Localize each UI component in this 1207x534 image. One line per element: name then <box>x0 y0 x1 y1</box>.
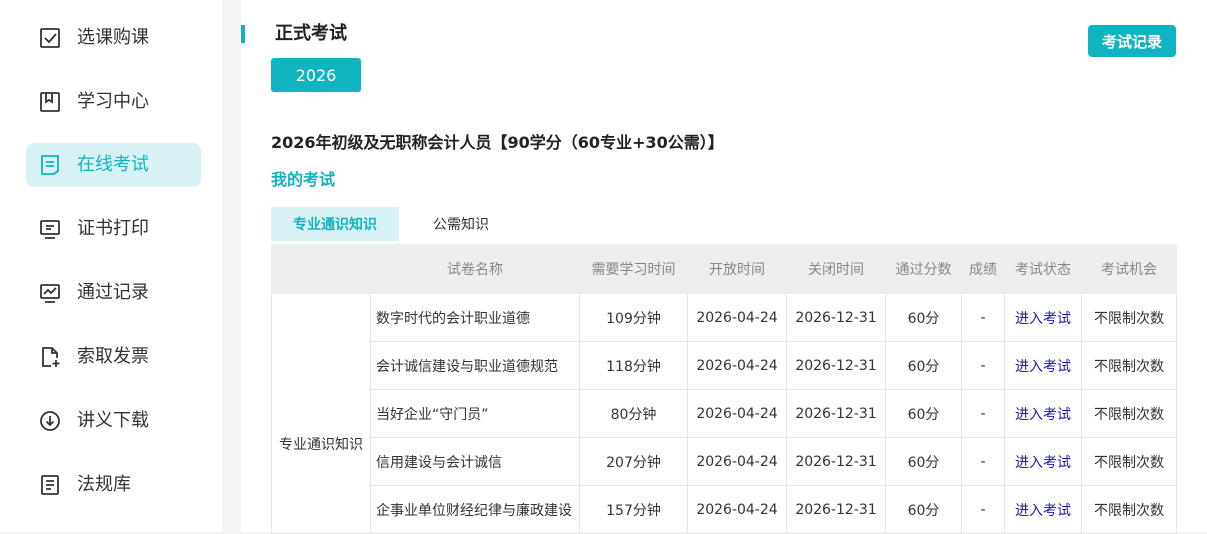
sidebar-item-pass-records[interactable]: 通过记录 <box>26 271 201 315</box>
exam-chances: 不限制次数 <box>1081 485 1177 534</box>
sidebar-item-online-exam[interactable]: 在线考试 <box>26 143 201 187</box>
checkbox-icon <box>39 27 61 49</box>
document-list-icon <box>39 474 61 496</box>
sidebar: 选课购课 学习中心 在线考试 证书打印 通过记录 索取发票 讲义下载 法规库 <box>0 0 222 532</box>
header-score: 成绩 <box>961 244 1005 294</box>
score: - <box>961 293 1005 342</box>
header-exam-chances: 考试机会 <box>1081 244 1177 294</box>
enter-exam-link[interactable]: 进入考试 <box>1015 311 1071 327</box>
title-accent-bar <box>241 25 245 43</box>
sidebar-item-study-center[interactable]: 学习中心 <box>26 80 201 124</box>
tab-public-knowledge[interactable]: 公需知识 <box>399 207 523 241</box>
exam-status-cell: 进入考试 <box>1004 437 1082 486</box>
pass-score: 60分 <box>885 389 962 438</box>
sidebar-item-label: 讲义下载 <box>77 410 149 431</box>
sidebar-item-certificate-print[interactable]: 证书打印 <box>26 207 201 251</box>
sidebar-item-label: 学习中心 <box>77 91 149 112</box>
table-row: 会计诚信建设与职业道德规范 118分钟 2026-04-24 2026-12-3… <box>272 341 1177 390</box>
open-date: 2026-04-24 <box>687 485 787 534</box>
study-time: 118分钟 <box>579 341 688 390</box>
score: - <box>961 341 1005 390</box>
score: - <box>961 437 1005 486</box>
score: - <box>961 389 1005 438</box>
enter-exam-link[interactable]: 进入考试 <box>1015 359 1071 375</box>
sidebar-item-handout-download[interactable]: 讲义下载 <box>26 399 201 443</box>
header-close-time: 关闭时间 <box>786 244 886 294</box>
table-row: 企事业单位财经纪律与廉政建设 157分钟 2026-04-24 2026-12-… <box>272 485 1177 534</box>
download-icon <box>39 410 61 432</box>
open-date: 2026-04-24 <box>687 437 787 486</box>
tab-professional-knowledge[interactable]: 专业通识知识 <box>271 207 399 241</box>
sidebar-item-label: 法规库 <box>77 474 131 495</box>
paper-name: 数字时代的会计职业道德 <box>370 293 580 342</box>
header-pass-score: 通过分数 <box>885 244 962 294</box>
study-time: 157分钟 <box>579 485 688 534</box>
open-date: 2026-04-24 <box>687 341 787 390</box>
table-row: 当好企业“守门员” 80分钟 2026-04-24 2026-12-31 60分… <box>272 389 1177 438</box>
paper-name: 信用建设与会计诚信 <box>370 437 580 486</box>
enter-exam-link[interactable]: 进入考试 <box>1015 503 1071 519</box>
my-exam-heading: 我的考试 <box>271 170 336 189</box>
sidebar-item-course-purchase[interactable]: 选课购课 <box>26 16 201 60</box>
close-date: 2026-12-31 <box>786 485 886 534</box>
exam-records-button[interactable]: 考试记录 <box>1088 25 1176 57</box>
table-header-row: 试卷名称 需要学习时间 开放时间 关闭时间 通过分数 成绩 考试状态 考试机会 <box>271 244 1177 294</box>
table-row: 专业通识知识 数字时代的会计职业道德 109分钟 2026-04-24 2026… <box>271 293 1177 534</box>
close-date: 2026-12-31 <box>786 437 886 486</box>
header-paper-name: 试卷名称 <box>370 244 580 294</box>
pass-score: 60分 <box>885 341 962 390</box>
exam-icon <box>39 154 61 176</box>
exam-chances: 不限制次数 <box>1081 437 1177 486</box>
study-time: 80分钟 <box>579 389 688 438</box>
pass-score: 60分 <box>885 437 962 486</box>
close-date: 2026-12-31 <box>786 341 886 390</box>
exam-status-cell: 进入考试 <box>1004 389 1082 438</box>
add-document-icon <box>39 346 61 368</box>
close-date: 2026-12-31 <box>786 293 886 342</box>
study-time: 207分钟 <box>579 437 688 486</box>
exam-chances: 不限制次数 <box>1081 389 1177 438</box>
pass-score: 60分 <box>885 485 962 534</box>
header-study-time: 需要学习时间 <box>579 244 688 294</box>
sidebar-item-label: 选课购课 <box>77 27 149 48</box>
table-row: 信用建设与会计诚信 207分钟 2026-04-24 2026-12-31 60… <box>272 437 1177 486</box>
header-open-time: 开放时间 <box>687 244 787 294</box>
bookmark-icon <box>39 91 61 113</box>
close-date: 2026-12-31 <box>786 389 886 438</box>
sidebar-item-label: 索取发票 <box>77 346 149 367</box>
sidebar-item-label: 在线考试 <box>77 154 149 175</box>
header-exam-status: 考试状态 <box>1004 244 1082 294</box>
enter-exam-link[interactable]: 进入考试 <box>1015 455 1071 471</box>
enter-exam-link[interactable]: 进入考试 <box>1015 407 1071 423</box>
exam-status-cell: 进入考试 <box>1004 341 1082 390</box>
header-category <box>271 244 371 294</box>
sidebar-item-regulations[interactable]: 法规库 <box>26 463 201 507</box>
exam-table: 试卷名称 需要学习时间 开放时间 关闭时间 通过分数 成绩 考试状态 考试机会 … <box>271 244 1177 534</box>
open-date: 2026-04-24 <box>687 293 787 342</box>
sidebar-item-label: 证书打印 <box>77 218 149 239</box>
paper-name: 企事业单位财经纪律与廉政建设 <box>370 485 580 534</box>
certificate-monitor-icon <box>39 218 61 240</box>
main-panel: 正式考试 考试记录 2026 2026年初级及无职称会计人员【90学分（60专业… <box>241 0 1207 534</box>
exam-chances: 不限制次数 <box>1081 341 1177 390</box>
score: - <box>961 485 1005 534</box>
exam-chances: 不限制次数 <box>1081 293 1177 342</box>
category-cell: 专业通识知识 <box>271 293 371 534</box>
paper-name: 当好企业“守门员” <box>370 389 580 438</box>
pass-score: 60分 <box>885 293 962 342</box>
exam-status-cell: 进入考试 <box>1004 485 1082 534</box>
year-filter-button[interactable]: 2026 <box>271 58 361 92</box>
open-date: 2026-04-24 <box>687 389 787 438</box>
chart-monitor-icon <box>39 282 61 304</box>
sidebar-item-request-invoice[interactable]: 索取发票 <box>26 335 201 379</box>
course-title: 2026年初级及无职称会计人员【90学分（60专业+30公需）】 <box>271 133 724 152</box>
paper-name: 会计诚信建设与职业道德规范 <box>370 341 580 390</box>
exam-status-cell: 进入考试 <box>1004 293 1082 342</box>
study-time: 109分钟 <box>579 293 688 342</box>
page-title: 正式考试 <box>275 23 347 44</box>
sidebar-item-label: 通过记录 <box>77 282 149 303</box>
